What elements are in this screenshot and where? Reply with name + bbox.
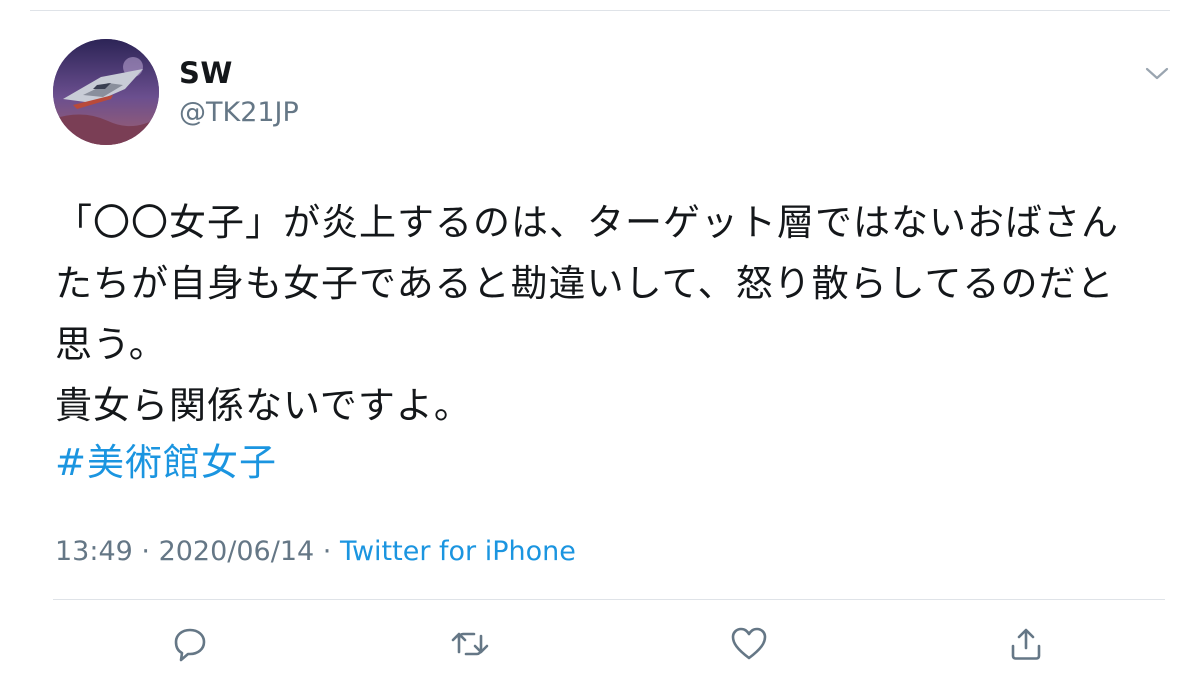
user-handle[interactable]: @TK21JP bbox=[179, 97, 299, 128]
top-divider bbox=[30, 10, 1170, 11]
tweet-meta: 13:49 · 2020/06/14 · Twitter for iPhone bbox=[55, 536, 576, 567]
hashtag-link[interactable]: #美術館女子 bbox=[55, 432, 277, 493]
share-button[interactable] bbox=[1004, 622, 1048, 666]
retweet-button[interactable] bbox=[448, 622, 492, 666]
tweet-text-line: たちが自身も女子であると勘違いして、怒り散らしてるのだと bbox=[55, 262, 1115, 305]
reply-button[interactable] bbox=[168, 622, 212, 666]
tweet-source-link[interactable]: Twitter for iPhone bbox=[340, 536, 576, 567]
retweet-icon bbox=[451, 632, 489, 656]
like-icon bbox=[731, 627, 767, 660]
tweet-text-line: 「〇〇女子」が炎上するのは、ターゲット層ではないおばさん bbox=[55, 201, 1119, 244]
tweet-text-line: 思う。 bbox=[55, 323, 167, 366]
meta-separator: · bbox=[314, 536, 340, 567]
avatar[interactable] bbox=[53, 39, 159, 145]
bottom-divider bbox=[53, 599, 1165, 600]
tweet-detail: SW @TK21JP 「〇〇女子」が炎上するのは、ターゲット層ではないおばさん … bbox=[0, 0, 1200, 682]
tweet-text-line: 貴女ら関係ないですよ。 bbox=[55, 384, 472, 427]
user-name[interactable]: SW bbox=[179, 56, 233, 90]
like-button[interactable] bbox=[727, 622, 771, 666]
avatar-image bbox=[53, 39, 159, 145]
tweet-time: 13:49 bbox=[55, 536, 133, 567]
meta-separator: · bbox=[132, 536, 159, 567]
chevron-down-icon[interactable] bbox=[1142, 62, 1172, 86]
tweet-text: 「〇〇女子」が炎上するのは、ターゲット層ではないおばさん たちが自身も女子である… bbox=[55, 192, 1175, 436]
tweet-date: 2020/06/14 bbox=[158, 536, 315, 567]
reply-icon bbox=[174, 628, 206, 662]
share-icon bbox=[1011, 628, 1041, 660]
